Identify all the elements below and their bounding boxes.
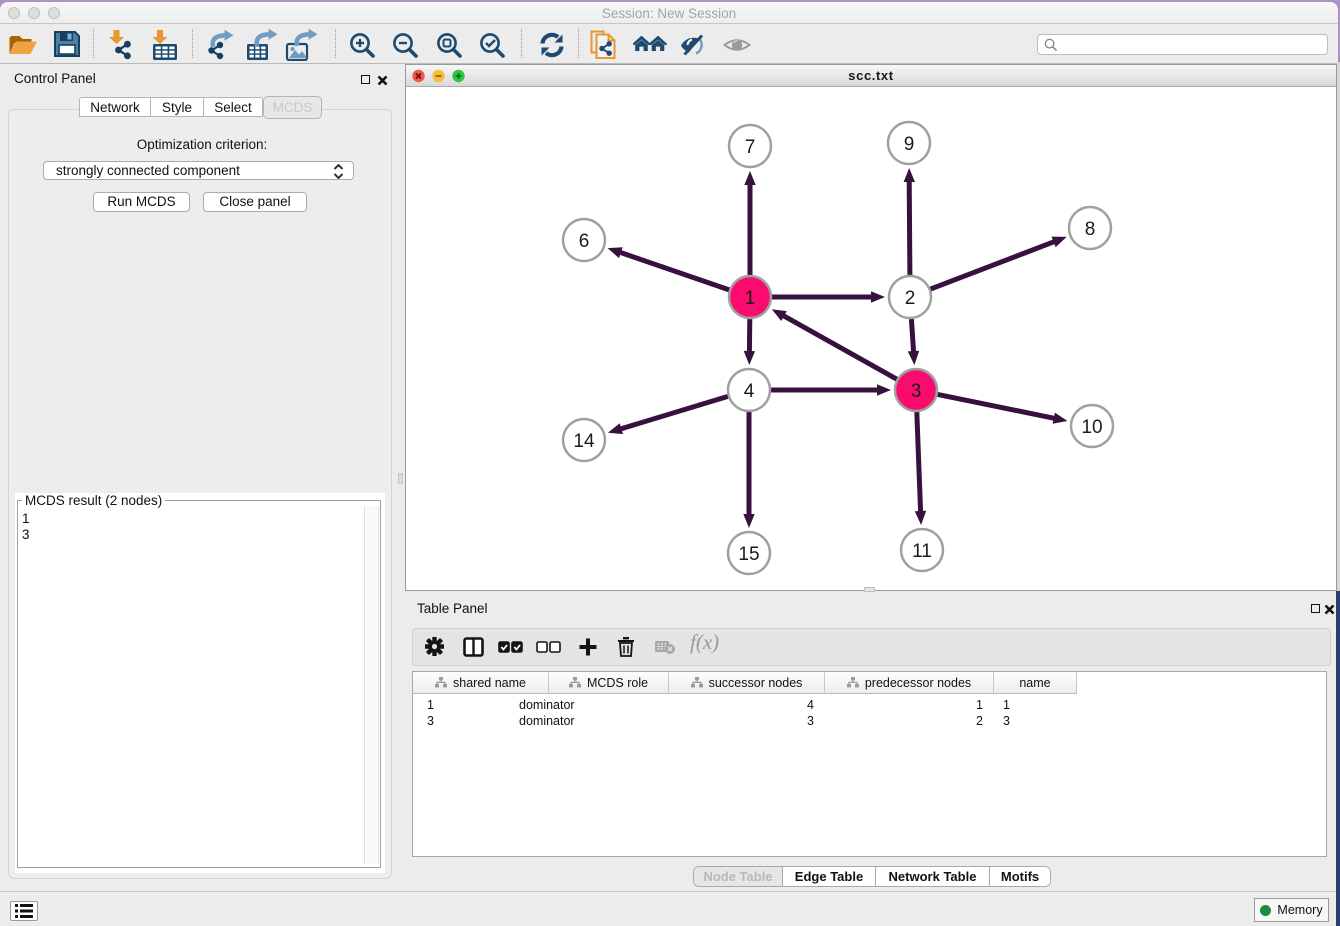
- svg-text:15: 15: [738, 544, 759, 565]
- svg-text:11: 11: [912, 541, 932, 562]
- svg-text:9: 9: [904, 134, 915, 155]
- svg-text:2: 2: [905, 288, 916, 309]
- svg-text:14: 14: [573, 431, 595, 452]
- svg-text:1: 1: [745, 288, 756, 309]
- svg-text:7: 7: [745, 137, 756, 158]
- svg-text:8: 8: [1085, 219, 1096, 240]
- svg-text:6: 6: [579, 231, 590, 252]
- svg-text:3: 3: [911, 381, 922, 402]
- svg-text:10: 10: [1081, 417, 1102, 438]
- svg-text:4: 4: [744, 381, 755, 402]
